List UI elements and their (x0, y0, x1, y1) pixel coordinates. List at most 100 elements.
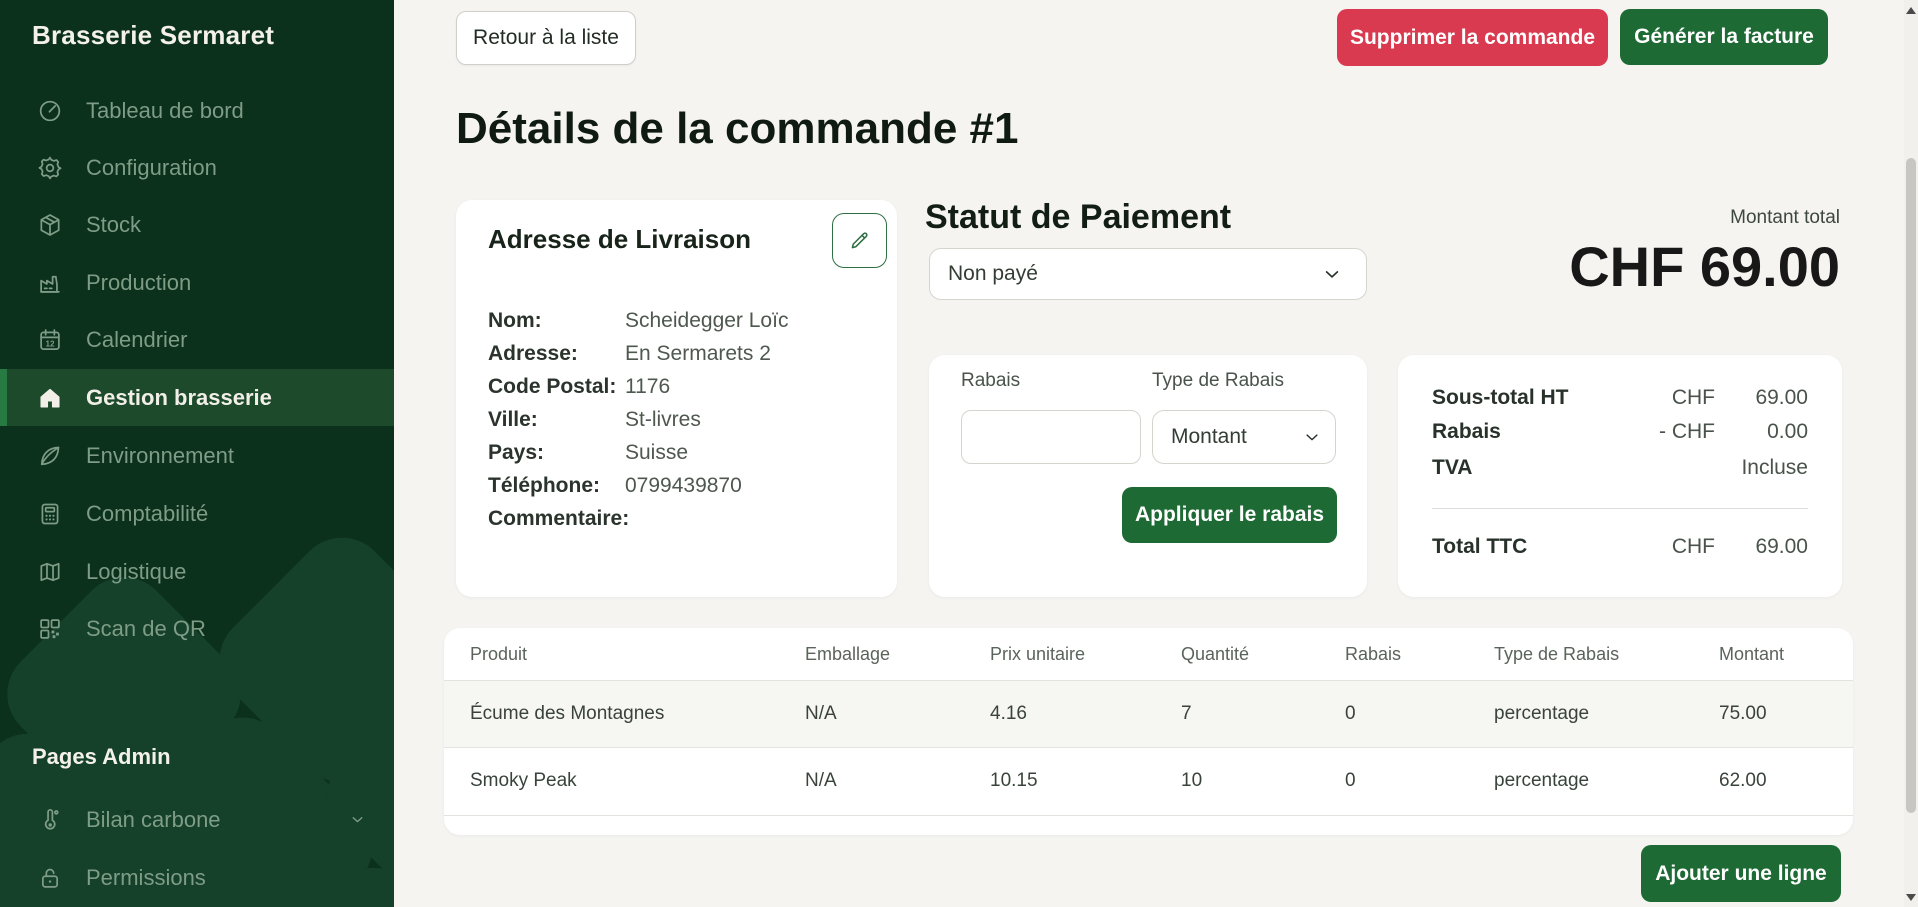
sidebar-item-calendrier[interactable]: 12 Calendrier (0, 311, 394, 368)
table-divider (444, 680, 1853, 681)
sidebar-item-environnement[interactable]: Environnement (0, 427, 394, 484)
summary-label: Rabais (1432, 420, 1501, 444)
lock-icon (36, 864, 64, 892)
sidebar-item-tableau-de-bord[interactable]: Tableau de bord (0, 82, 394, 139)
field-label: Ville: (488, 408, 538, 432)
summary-label: Total TTC (1432, 535, 1527, 559)
sidebar-item-label: Tableau de bord (86, 98, 244, 124)
sidebar-item-label: Stock (86, 212, 141, 238)
sidebar-item-label: Bilan carbone (86, 807, 221, 833)
summary-row: Rabais - CHF 0.00 (1398, 420, 1842, 446)
order-items-table: Produit Emballage Prix unitaire Quantité… (444, 628, 1853, 835)
calculator-icon (36, 500, 64, 528)
summary-currency: CHF (1672, 386, 1715, 410)
delete-order-button[interactable]: Supprimer la commande (1337, 9, 1608, 66)
sidebar-item-label: Production (86, 270, 191, 296)
summary-row: TVA Incluse (1398, 456, 1842, 482)
order-summary-card: Sous-total HT CHF 69.00 Rabais - CHF 0.0… (1398, 355, 1842, 597)
package-icon (36, 211, 64, 239)
app-title: Brasserie Sermaret (32, 20, 274, 51)
sidebar-item-label: Calendrier (86, 327, 188, 353)
sidebar-item-label: Comptabilité (86, 501, 208, 527)
factory-icon (36, 269, 64, 297)
table-row[interactable]: Écume des Montagnes N/A 4.16 7 0 percent… (444, 680, 1853, 747)
summary-amount: 69.00 (1755, 535, 1808, 559)
qr-code-icon (36, 615, 64, 643)
summary-amount: 0.00 (1767, 420, 1808, 444)
payment-status-value: Non payé (948, 262, 1038, 286)
summary-currency: - CHF (1659, 420, 1715, 444)
pencil-icon (848, 229, 871, 252)
summary-total-row: Total TTC CHF 69.00 (1398, 535, 1842, 561)
chevron-down-icon (1303, 428, 1321, 446)
cell-rabais: 0 (1345, 747, 1356, 815)
field-label: Pays: (488, 441, 544, 465)
payment-status-select[interactable]: Non payé (929, 248, 1367, 300)
sidebar-item-logistique[interactable]: Logistique (0, 543, 394, 600)
column-header: Type de Rabais (1494, 628, 1619, 680)
field-label: Adresse: (488, 342, 578, 366)
cell-type-rabais: percentage (1494, 747, 1589, 815)
sidebar: Brasserie Sermaret Tableau de bord Confi… (0, 0, 394, 907)
summary-row: Sous-total HT CHF 69.00 (1398, 386, 1842, 412)
address-field-row: Téléphone: 0799439870 (456, 474, 897, 500)
cell-produit: Écume des Montagnes (470, 680, 664, 747)
payment-status-title: Statut de Paiement (925, 198, 1231, 237)
scroll-up-arrow[interactable] (1906, 7, 1916, 14)
column-header: Montant (1719, 628, 1784, 680)
sidebar-item-production[interactable]: Production (0, 254, 394, 311)
field-label: Téléphone: (488, 474, 600, 498)
sidebar-item-permissions[interactable]: Permissions (0, 849, 394, 906)
sidebar-item-scan-de-qr[interactable]: Scan de QR (0, 600, 394, 657)
discount-card: Rabais Type de Rabais Montant Appliquer … (929, 355, 1367, 597)
column-header: Emballage (805, 628, 890, 680)
discount-amount-input[interactable] (961, 410, 1141, 464)
delivery-address-card: Adresse de Livraison Nom: Scheidegger Lo… (456, 200, 897, 597)
sidebar-item-label: Permissions (86, 865, 206, 891)
summary-amount: 69.00 (1755, 386, 1808, 410)
sidebar-item-bilan-carbone[interactable]: Bilan carbone (0, 791, 394, 848)
sidebar-item-label: Scan de QR (86, 616, 206, 642)
cell-quantite: 7 (1181, 680, 1192, 747)
cell-prix-unitaire: 4.16 (990, 680, 1027, 747)
chevron-down-icon (1322, 264, 1342, 284)
address-field-row: Adresse: En Sermarets 2 (456, 342, 897, 368)
vertical-scrollbar[interactable] (1904, 0, 1918, 907)
sidebar-item-label: Configuration (86, 155, 217, 181)
sidebar-item-gestion-brasserie[interactable]: Gestion brasserie (0, 369, 394, 426)
field-label: Commentaire: (488, 507, 629, 531)
sidebar-item-label: Logistique (86, 559, 186, 585)
cell-montant: 75.00 (1719, 680, 1767, 747)
sidebar-item-comptabilite[interactable]: Comptabilité (0, 485, 394, 542)
table-divider (444, 815, 1853, 816)
discount-type-select[interactable]: Montant (1152, 410, 1336, 464)
table-row[interactable]: Smoky Peak N/A 10.15 10 0 percentage 62.… (444, 747, 1853, 815)
cell-emballage: N/A (805, 680, 837, 747)
address-field-row: Code Postal: 1176 (456, 375, 897, 401)
summary-amount: Incluse (1741, 456, 1808, 480)
gear-icon (36, 154, 64, 182)
apply-discount-button[interactable]: Appliquer le rabais (1122, 487, 1337, 543)
sidebar-item-configuration[interactable]: Configuration (0, 139, 394, 196)
address-field-row: Commentaire: (456, 507, 897, 533)
cell-prix-unitaire: 10.15 (990, 747, 1038, 815)
discount-type-value: Montant (1171, 425, 1247, 449)
scrollbar-thumb[interactable] (1906, 158, 1916, 813)
field-value: 1176 (625, 375, 670, 399)
sidebar-item-stock[interactable]: Stock (0, 196, 394, 253)
address-field-row: Nom: Scheidegger Loïc (456, 309, 897, 335)
map-icon (36, 558, 64, 586)
admin-section-heading: Pages Admin (32, 744, 171, 770)
svg-text:12: 12 (45, 339, 55, 348)
column-header: Prix unitaire (990, 628, 1085, 680)
back-to-list-button[interactable]: Retour à la liste (456, 11, 636, 65)
generate-invoice-button[interactable]: Générer la facture (1620, 9, 1828, 65)
summary-divider (1432, 508, 1808, 509)
add-line-button[interactable]: Ajouter une ligne (1641, 845, 1841, 902)
field-label: Nom: (488, 309, 542, 333)
cell-rabais: 0 (1345, 680, 1356, 747)
leaf-icon (36, 442, 64, 470)
edit-address-button[interactable] (832, 213, 887, 268)
cell-type-rabais: percentage (1494, 680, 1589, 747)
scroll-down-arrow[interactable] (1906, 894, 1916, 901)
